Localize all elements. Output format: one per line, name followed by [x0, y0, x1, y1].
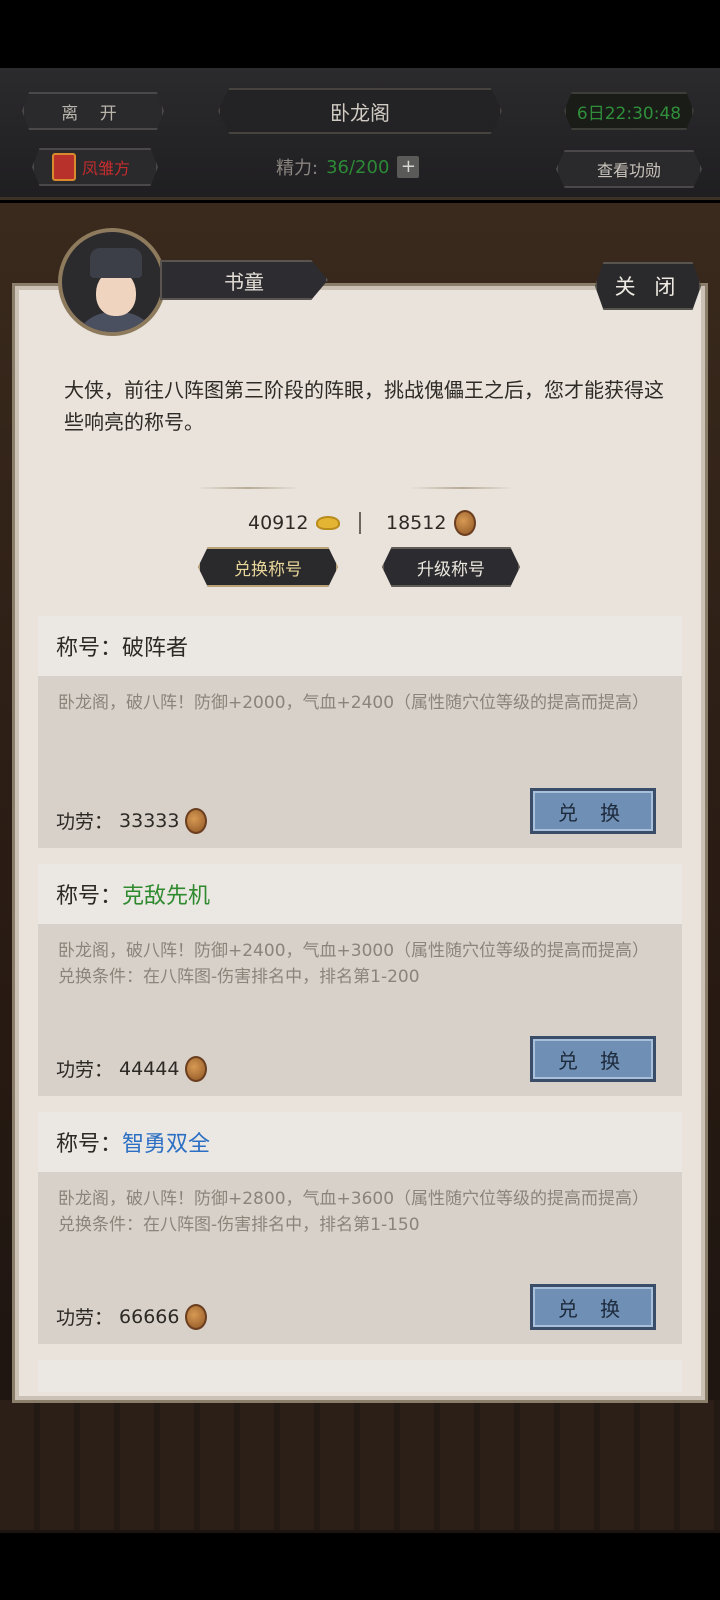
title-condition: 兑换条件：在八阵图-伤害排名中，排名第1-150	[58, 1215, 420, 1235]
title-card: 称号： 破阵者 卧龙阁，破八阵！防御+2000，气血+2400（属性随穴位等级的…	[38, 616, 682, 848]
title-name: 克敌先机	[122, 884, 211, 909]
cost-value: 66666	[119, 1305, 180, 1328]
title-card-header: 称号： 克敌先机	[38, 864, 682, 924]
tab-exchange-title[interactable]: 兑换称号	[198, 547, 338, 587]
title-prefix: 称号：	[56, 636, 123, 661]
merit-medal-icon	[454, 510, 477, 536]
energy-value: 36/200	[326, 156, 390, 178]
exchange-button[interactable]: 兑 换	[530, 1036, 656, 1082]
countdown-timer: 6日22:30:48	[564, 92, 694, 130]
merit-medal-icon	[185, 807, 208, 834]
divider-left	[196, 487, 300, 489]
npc-name-plate: 书童	[160, 260, 328, 300]
merit-display: 18512	[386, 508, 477, 538]
title-name: 智勇双全	[122, 1132, 211, 1157]
gold-ingot-icon	[316, 516, 341, 530]
leave-button[interactable]: 离 开	[22, 92, 164, 130]
npc-avatar	[58, 228, 166, 336]
currency-separator	[359, 512, 361, 534]
faction-icon	[52, 153, 76, 181]
title-name: 破阵者	[122, 636, 189, 661]
avatar-hat	[90, 248, 142, 278]
exchange-button[interactable]: 兑 换	[530, 1284, 656, 1330]
energy-display: 精力: 36/200 +	[276, 152, 420, 182]
title-description: 卧龙阁，破八阵！防御+2000，气血+2400（属性随穴位等级的提高而提高）	[38, 676, 682, 780]
background-shelf	[0, 1400, 720, 1530]
merit-medal-icon	[185, 1055, 208, 1082]
title-description: 卧龙阁，破八阵！防御+2800，气血+3600（属性随穴位等级的提高而提高） 兑…	[38, 1172, 682, 1276]
title-cost: 功劳： 33333	[56, 807, 208, 834]
title-condition: 兑换条件：在八阵图-伤害排名中，排名第1-200	[58, 967, 420, 987]
title-cost: 功劳： 66666	[56, 1303, 208, 1330]
gold-display: 40912	[248, 508, 341, 538]
title-effect: 卧龙阁，破八阵！防御+2800，气血+3600（属性随穴位等级的提高而提高）	[58, 1189, 650, 1209]
cost-value: 33333	[119, 809, 180, 832]
character-name: 凤雏方	[82, 159, 131, 178]
npc-dialogue: 大侠，前往八阵图第三阶段的阵眼，挑战傀儡王之后，您才能获得这些响亮的称号。	[64, 378, 664, 434]
location-title: 卧龙阁	[218, 88, 502, 134]
cost-value: 44444	[119, 1057, 180, 1080]
title-card: 称号： 克敌先机 卧龙阁，破八阵！防御+2400，气血+3000（属性随穴位等级…	[38, 864, 682, 1096]
title-card-header: 称号： 智勇双全	[38, 1112, 682, 1172]
title-prefix: 称号：	[56, 1132, 123, 1157]
title-card-header	[38, 1360, 682, 1392]
close-button[interactable]: 关 闭	[595, 262, 701, 310]
merit-amount: 18512	[386, 512, 447, 534]
title-card-partial	[38, 1360, 682, 1392]
title-cost: 功劳： 44444	[56, 1055, 208, 1082]
title-list[interactable]: 称号： 破阵者 卧龙阁，破八阵！防御+2000，气血+2400（属性随穴位等级的…	[38, 610, 682, 1392]
tab-upgrade-title[interactable]: 升级称号	[382, 547, 520, 587]
title-card-header: 称号： 破阵者	[38, 616, 682, 676]
title-effect: 卧龙阁，破八阵！防御+2000，气血+2400（属性随穴位等级的提高而提高）	[58, 693, 650, 713]
title-effect: 卧龙阁，破八阵！防御+2400，气血+3000（属性随穴位等级的提高而提高）	[58, 941, 650, 961]
title-description: 卧龙阁，破八阵！防御+2400，气血+3000（属性随穴位等级的提高而提高） 兑…	[38, 924, 682, 1028]
merit-medal-icon	[185, 1303, 208, 1330]
cost-label: 功劳：	[56, 1059, 114, 1081]
energy-label: 精力:	[276, 158, 319, 179]
view-merit-button[interactable]: 查看功勋	[556, 150, 702, 188]
gold-amount: 40912	[248, 512, 309, 534]
character-badge[interactable]: 凤雏方	[32, 148, 158, 186]
add-energy-button[interactable]: +	[397, 156, 420, 178]
exchange-button[interactable]: 兑 换	[530, 788, 656, 834]
title-prefix: 称号：	[56, 884, 123, 909]
cost-label: 功劳：	[56, 1307, 114, 1329]
divider-right	[410, 487, 514, 489]
title-card: 称号： 智勇双全 卧龙阁，破八阵！防御+2800，气血+3600（属性随穴位等级…	[38, 1112, 682, 1344]
cost-label: 功劳：	[56, 811, 114, 833]
